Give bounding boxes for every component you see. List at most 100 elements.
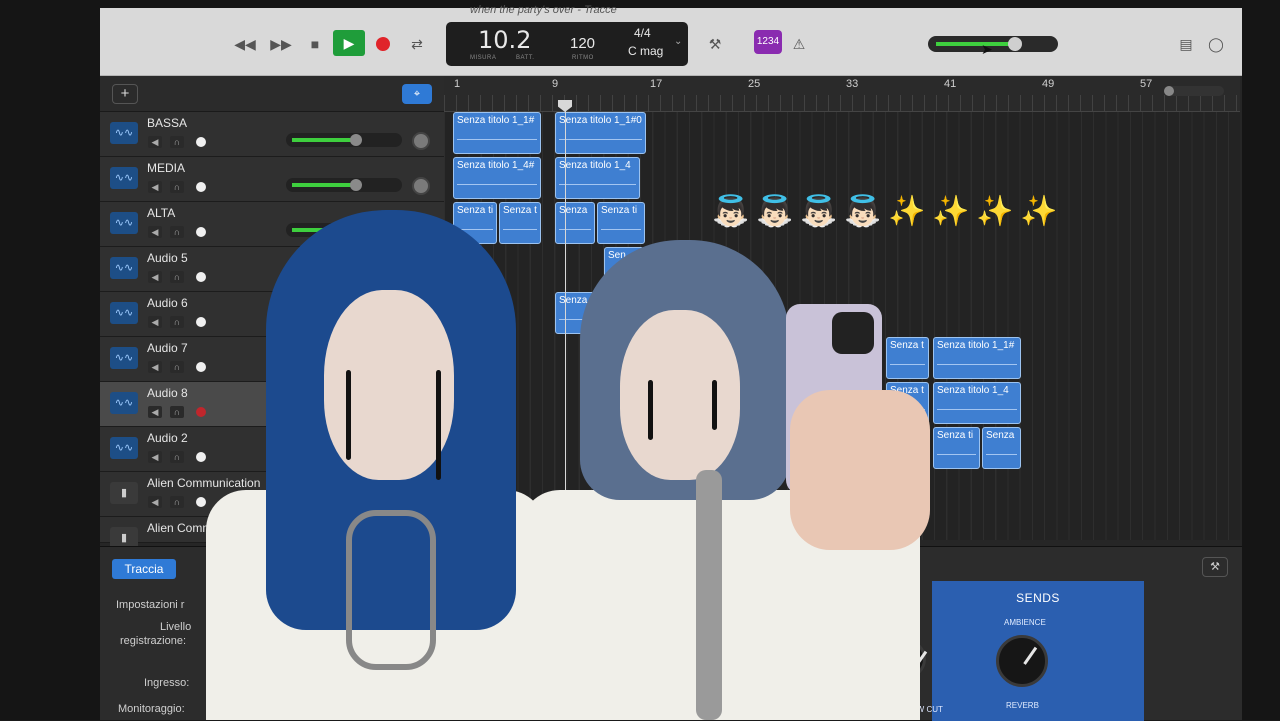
master-volume-knob[interactable] [1008, 37, 1022, 51]
input-label: Ingresso: [144, 677, 190, 689]
waveform-icon: ∿∿ [110, 167, 138, 189]
region-name: Senza ti [937, 430, 974, 441]
count-in-badge[interactable]: 1234 [754, 30, 782, 54]
audio-region[interactable]: Senza [982, 427, 1021, 469]
lcd-key: C mag [628, 44, 664, 58]
add-track-button[interactable]: + [112, 84, 138, 104]
audio-region[interactable]: Senza titolo 1_4 [933, 382, 1021, 424]
audio-region[interactable]: Senza ti [933, 427, 980, 469]
headphones-icon[interactable]: ∩ [170, 136, 184, 148]
record-enable-button[interactable] [196, 182, 206, 192]
waveform-icon: ∿∿ [110, 122, 138, 144]
metronome-icon[interactable]: ⚠ [788, 34, 810, 54]
sparkles-emoji: ✨ [932, 195, 970, 228]
lcd-display[interactable]: 10.2 MISURA BATT. 120 RITMO 4/4 C mag ⌄ [446, 22, 688, 66]
track-volume-slider[interactable] [286, 178, 402, 192]
mute-icon[interactable]: ◀ [148, 496, 162, 508]
headphones-icon[interactable]: ∩ [170, 496, 184, 508]
tear-streak [436, 370, 441, 480]
master-volume-fill [936, 42, 1017, 46]
tuner-icon[interactable]: ⚒ [704, 34, 726, 54]
audio-region[interactable]: Senza titolo 1_4 [555, 157, 640, 199]
track-volume-slider[interactable] [286, 133, 402, 147]
phone-camera-icon [832, 312, 874, 354]
headphones-icon[interactable]: ∩ [170, 361, 184, 373]
tab-track[interactable]: Traccia [112, 559, 176, 579]
headphones-icon[interactable]: ∩ [170, 316, 184, 328]
wrench-icon[interactable]: ⚒ [1202, 557, 1228, 577]
ambience-knob[interactable] [996, 635, 1048, 687]
mute-icon[interactable]: ◀ [148, 181, 162, 193]
headphones-icon[interactable]: ∩ [170, 406, 184, 418]
headphones-icon[interactable]: ∩ [170, 451, 184, 463]
track-list-header: + ⌖ [100, 76, 444, 112]
tear-streak [648, 380, 653, 440]
region-name: Senza titolo 1_4 [937, 385, 1009, 396]
reverb-label: REVERB [1006, 701, 1039, 710]
track-name: Audio 2 [147, 431, 188, 445]
mute-icon[interactable]: ◀ [148, 316, 162, 328]
track-row[interactable]: ∿∿ BASSA ◀ ∩ [100, 112, 444, 157]
ruler-mark: 9 [552, 78, 559, 90]
angel-emoji: 👼🏻 [844, 195, 882, 228]
track-row[interactable]: ∿∿ MEDIA ◀ ∩ [100, 157, 444, 202]
track-name: ALTA [147, 206, 176, 220]
audio-region[interactable]: Senza titolo 1_4# [453, 157, 541, 199]
fast-forward-icon[interactable]: ▶▶ [270, 34, 292, 54]
region-name: Senza ti [601, 205, 638, 216]
mute-icon[interactable]: ◀ [148, 226, 162, 238]
person-cutout-left [196, 210, 546, 720]
audio-region[interactable]: Senza ti [597, 202, 645, 244]
waveform-icon: ∿∿ [110, 212, 138, 234]
track-name: Audio 7 [147, 341, 188, 355]
master-volume-slider[interactable] [928, 36, 1058, 52]
waveform-icon: ∿∿ [110, 347, 138, 369]
waveform-icon: ∿∿ [110, 302, 138, 324]
headphones-icon[interactable]: ∩ [170, 181, 184, 193]
chain-necklace [346, 510, 436, 670]
mute-icon[interactable]: ◀ [148, 136, 162, 148]
track-name: BASSA [147, 116, 188, 130]
mute-icon[interactable]: ◀ [148, 361, 162, 373]
cycle-icon[interactable]: ⇄ [406, 34, 428, 54]
play-button[interactable]: ▶ [333, 30, 365, 56]
mute-icon[interactable]: ◀ [148, 451, 162, 463]
record-enable-button[interactable] [196, 137, 206, 147]
waveform-icon: ∿∿ [110, 257, 138, 279]
ruler-mark: 41 [944, 78, 957, 90]
ruler-mark: 33 [846, 78, 859, 90]
audio-region[interactable]: Senza titolo 1_1#0 [555, 112, 646, 154]
notepad-icon[interactable]: ▤ [1175, 34, 1197, 54]
zoom-slider-knob[interactable] [1164, 86, 1174, 96]
audio-region[interactable]: Senza titolo 1_1# [933, 337, 1021, 379]
sparkles-emoji: ✨ [888, 195, 926, 228]
headphones-icon[interactable]: ∩ [170, 271, 184, 283]
level-label: Livello [160, 621, 192, 633]
face [620, 310, 740, 480]
pan-knob[interactable] [412, 132, 430, 150]
mouse-cursor-icon: ➤ [981, 41, 993, 57]
chevron-down-icon[interactable]: ⌄ [674, 36, 682, 47]
sends-title: SENDS [1016, 591, 1060, 605]
ambience-label: AMBIENCE [1004, 618, 1046, 627]
lcd-beat-label: BATT. [516, 55, 535, 61]
track-name: Audio 5 [147, 251, 188, 265]
record-level-label: registrazione: [120, 635, 187, 647]
smart-controls-icon[interactable]: ⌖ [402, 84, 432, 104]
audio-region[interactable]: Senza [555, 202, 595, 244]
settings-label: Impostazioni r [116, 599, 185, 611]
record-button[interactable] [376, 37, 390, 51]
rewind-icon[interactable]: ◀◀ [234, 34, 256, 54]
mute-icon[interactable]: ◀ [148, 406, 162, 418]
audio-region[interactable]: Senza titolo 1_1# [453, 112, 541, 154]
zoom-slider[interactable] [1164, 86, 1224, 96]
headphones-icon[interactable]: ∩ [170, 226, 184, 238]
stop-icon[interactable]: ■ [304, 34, 326, 54]
mute-icon[interactable]: ◀ [148, 271, 162, 283]
track-name: Audio 6 [147, 296, 188, 310]
loop-browser-icon[interactable]: ◯ [1205, 34, 1227, 54]
hand [790, 390, 930, 550]
region-name: Senza [559, 205, 588, 216]
pan-knob[interactable] [412, 177, 430, 195]
region-name: Senza titolo 1_1#0 [559, 115, 642, 126]
